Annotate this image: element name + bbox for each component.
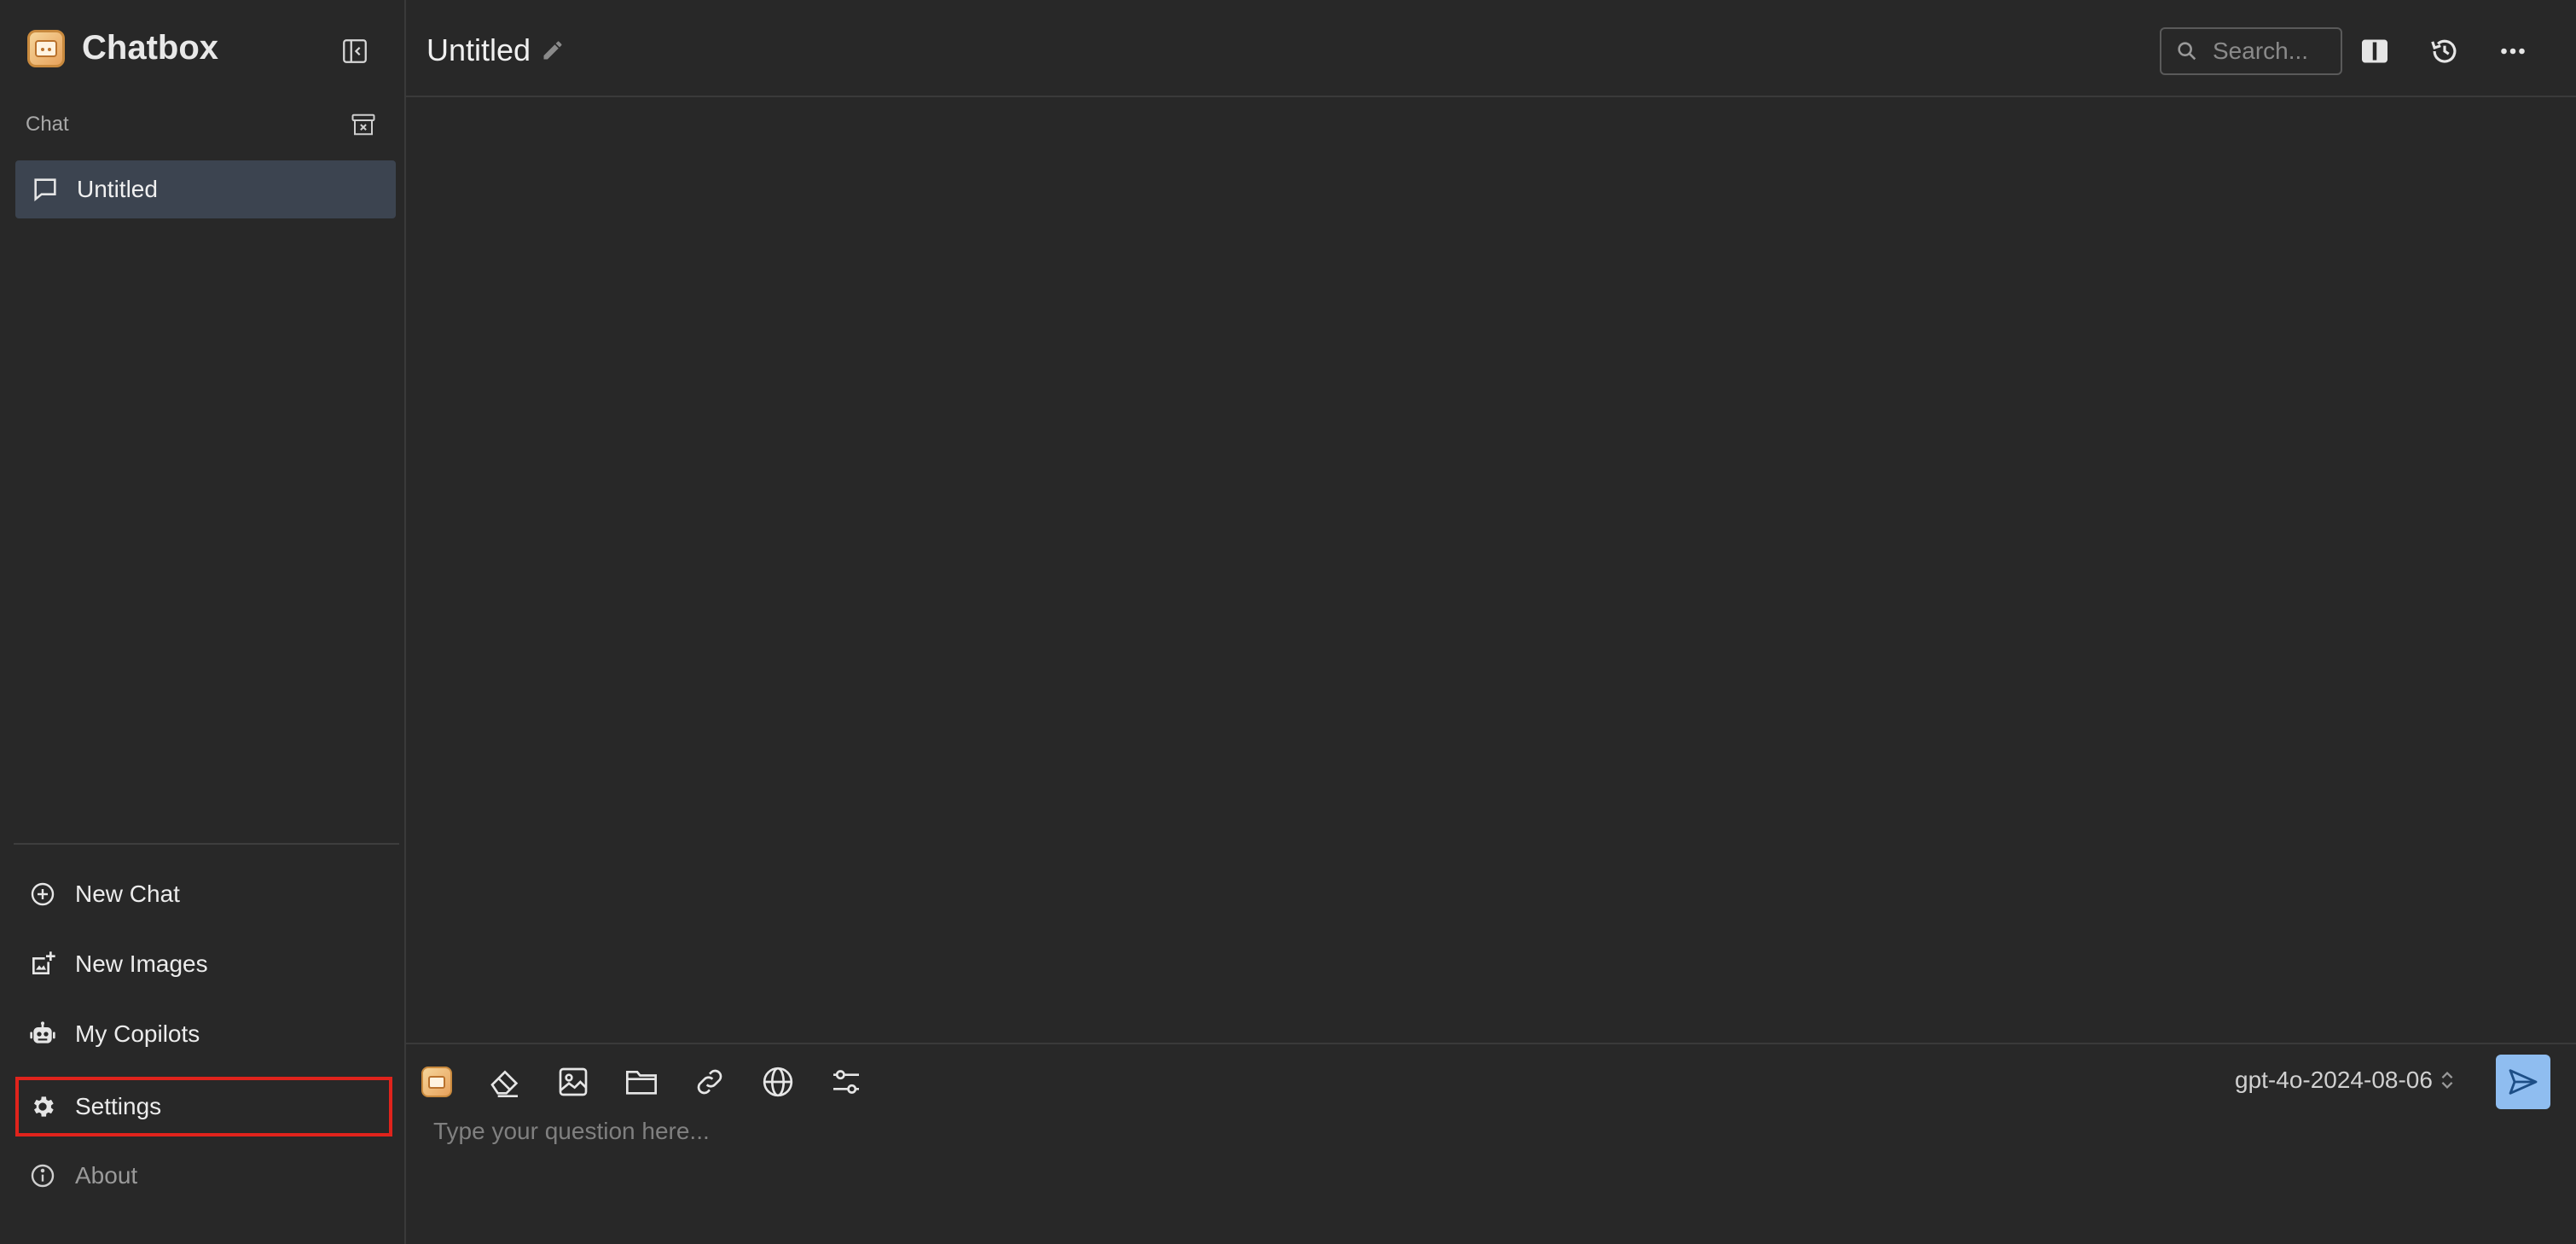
copilot-icon xyxy=(421,1067,452,1097)
chat-section-label: Chat xyxy=(26,113,69,136)
info-icon xyxy=(31,1164,55,1188)
sidebar-divider xyxy=(14,843,399,845)
split-view-icon xyxy=(2362,39,2387,63)
image-icon xyxy=(559,1067,588,1096)
folder-icon xyxy=(626,1071,657,1095)
attach-image-button[interactable] xyxy=(551,1060,595,1104)
chat-settings-button[interactable] xyxy=(824,1060,868,1104)
web-browsing-button[interactable] xyxy=(756,1060,800,1104)
session-item-untitled[interactable]: Untitled xyxy=(15,160,396,218)
message-list xyxy=(406,99,2576,1043)
toggle-split-view-button[interactable] xyxy=(2356,32,2393,70)
about-button[interactable]: About xyxy=(17,1147,392,1205)
my-copilots-label: My Copilots xyxy=(75,1020,200,1047)
main-panel: Untitled Search... gpt-4o-2024-08-06 Typ… xyxy=(406,0,2576,1244)
app-name: Chatbox xyxy=(82,29,218,67)
my-copilots-button[interactable]: My Copilots xyxy=(17,1005,392,1063)
search-icon xyxy=(2178,42,2196,61)
link-icon xyxy=(697,1069,722,1095)
clear-conversations-button[interactable] xyxy=(348,111,379,138)
chat-bubble-icon xyxy=(34,178,56,201)
composer: gpt-4o-2024-08-06 xyxy=(406,1043,2576,1244)
model-name: gpt-4o-2024-08-06 xyxy=(2235,1067,2433,1093)
eraser-icon xyxy=(490,1070,519,1097)
edit-title-icon[interactable] xyxy=(541,38,566,63)
history-icon xyxy=(2431,39,2457,63)
image-add-icon xyxy=(32,951,55,974)
clear-context-button[interactable] xyxy=(483,1060,527,1104)
brand: Chatbox xyxy=(27,29,218,67)
globe-icon xyxy=(763,1067,793,1097)
attach-file-button[interactable] xyxy=(619,1060,664,1104)
settings-button[interactable]: Settings xyxy=(15,1077,392,1136)
send-button[interactable] xyxy=(2496,1055,2550,1109)
new-chat-label: New Chat xyxy=(75,881,180,907)
new-chat-button[interactable]: New Chat xyxy=(17,865,392,923)
sliders-icon xyxy=(833,1070,859,1094)
new-images-button[interactable]: New Images xyxy=(17,935,392,993)
more-horizontal-icon xyxy=(2501,48,2525,55)
top-bar: Untitled xyxy=(406,0,2576,97)
session-title-text: Untitled xyxy=(426,32,531,67)
app-window: Chatbox Chat Untitled New Chat New Image… xyxy=(0,0,2576,1244)
model-selector[interactable]: gpt-4o-2024-08-06 xyxy=(2235,1067,2455,1094)
attach-link-button[interactable] xyxy=(688,1060,732,1104)
send-icon xyxy=(2509,1069,2538,1095)
search-input[interactable] xyxy=(2211,37,2330,66)
about-label: About xyxy=(75,1162,138,1189)
sidebar-collapse-icon xyxy=(343,39,367,63)
session-label: Untitled xyxy=(77,176,158,202)
settings-label: Settings xyxy=(75,1093,162,1119)
plus-circle-icon xyxy=(31,882,55,906)
chevron-updown-icon xyxy=(2441,1072,2453,1089)
search-box[interactable] xyxy=(2160,27,2342,75)
history-button[interactable] xyxy=(2426,32,2463,70)
sidebar: Chatbox Chat Untitled New Chat New Image… xyxy=(0,0,406,1244)
message-input[interactable] xyxy=(432,1116,2479,1218)
new-images-label: New Images xyxy=(75,950,208,977)
chatbox-logo-icon xyxy=(27,29,65,67)
robot-icon xyxy=(30,1021,55,1043)
collapse-sidebar-button[interactable] xyxy=(338,34,372,68)
copilot-button[interactable] xyxy=(415,1060,459,1104)
session-title[interactable]: Untitled xyxy=(426,32,566,68)
gear-icon xyxy=(34,1096,54,1117)
archive-clear-icon xyxy=(351,113,375,136)
more-options-button[interactable] xyxy=(2494,32,2532,70)
